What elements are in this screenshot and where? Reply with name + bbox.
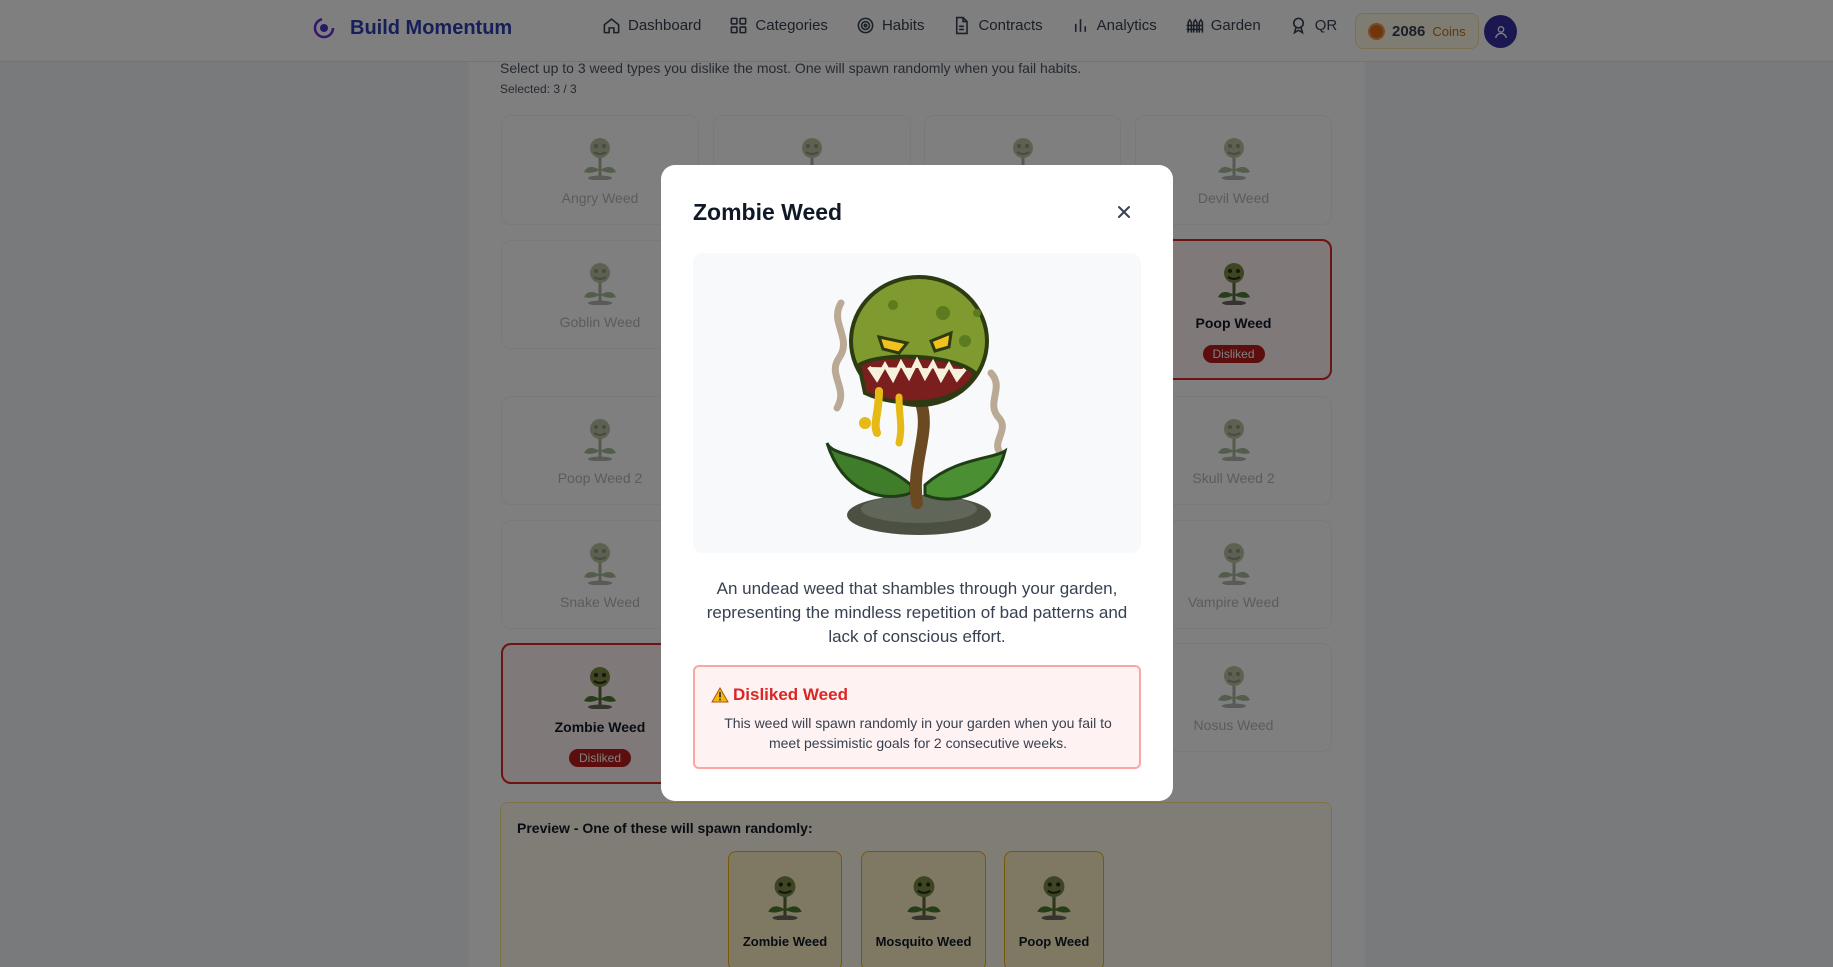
weed-detail-modal: Zombie Weed An undead weed that shambles…	[661, 165, 1173, 801]
close-icon[interactable]	[1113, 201, 1135, 223]
modal-title: Zombie Weed	[693, 199, 843, 225]
warning-icon	[711, 687, 729, 703]
weed-image-frame	[693, 253, 1141, 553]
warning-title-row: Disliked Weed	[711, 685, 848, 705]
warning-text: This weed will spawn randomly in your ga…	[724, 715, 1112, 751]
modal-description: An undead weed that shambles through you…	[706, 579, 1128, 646]
disliked-warning: Disliked Weed This weed will spawn rando…	[693, 665, 1141, 769]
zombie-weed-illustration	[825, 275, 1008, 535]
warning-title: Disliked Weed	[733, 685, 848, 704]
